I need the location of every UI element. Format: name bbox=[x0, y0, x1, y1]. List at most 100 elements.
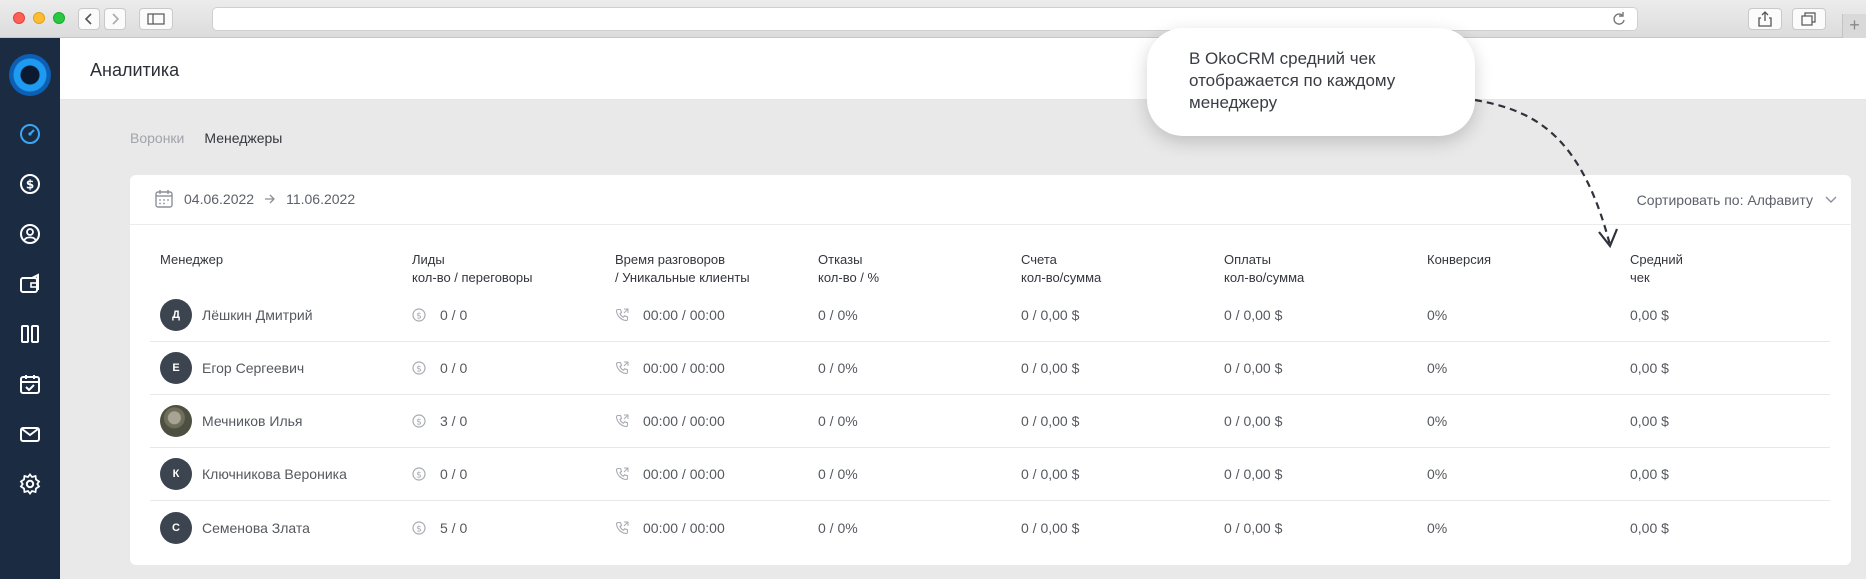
manager-name[interactable]: Семенова Злата bbox=[202, 520, 310, 536]
leads-cell: $ 0 / 0 bbox=[412, 466, 615, 482]
payments-value: 0 / 0,00 $ bbox=[1224, 360, 1283, 376]
leads-cell: $ 0 / 0 bbox=[412, 307, 615, 323]
table-row[interactable]: Е Егор Сергеевич $ 0 / 0 00:00 / 00:00 0… bbox=[150, 342, 1830, 395]
table-row[interactable]: К Ключникова Вероника $ 0 / 0 00:00 / 00… bbox=[150, 448, 1830, 501]
manager-name[interactable]: Егор Сергеевич bbox=[202, 360, 304, 376]
conversion-value: 0% bbox=[1427, 307, 1448, 323]
invoices-value: 0 / 0,00 $ bbox=[1021, 519, 1080, 536]
tab-managers[interactable]: Менеджеры bbox=[204, 130, 282, 146]
dollar-icon: $ bbox=[412, 308, 426, 322]
avg-check-value: 0,00 $ bbox=[1630, 466, 1669, 482]
date-range-picker[interactable]: 04.06.2022 11.06.2022 bbox=[154, 189, 355, 209]
managers-table: Менеджер Лиды кол-во / переговоры Время … bbox=[150, 251, 1830, 554]
sort-dropdown[interactable]: Сортировать по: Алфавиту bbox=[1637, 192, 1837, 208]
leads-cell: $ 5 / 0 bbox=[412, 520, 615, 536]
wallet-icon bbox=[20, 273, 39, 293]
arrow-right-icon bbox=[265, 194, 275, 204]
table-body: Д Лёшкин Дмитрий $ 0 / 0 00:00 / 00:00 0… bbox=[150, 289, 1830, 554]
sidebar-item-tasks[interactable] bbox=[18, 372, 42, 396]
dashboard-icon bbox=[20, 124, 40, 144]
table-row[interactable]: Мечников Илья $ 3 / 0 00:00 / 00:00 0 / … bbox=[150, 395, 1830, 448]
settings-icon bbox=[19, 473, 41, 495]
tab-funnels[interactable]: Воронки bbox=[130, 130, 184, 146]
avatar: Е bbox=[160, 352, 192, 384]
new-tab-button[interactable]: + bbox=[1842, 14, 1866, 38]
back-button[interactable] bbox=[78, 8, 100, 30]
payments-value: 0 / 0,00 $ bbox=[1224, 519, 1283, 536]
date-to: 11.06.2022 bbox=[286, 191, 356, 207]
minimize-window-button[interactable] bbox=[33, 12, 45, 24]
column-header: Время разговоров / Уникальные клиенты bbox=[615, 252, 750, 285]
leads-cell: $ 0 / 0 bbox=[412, 360, 615, 376]
calls-value: 00:00 / 00:00 bbox=[643, 466, 725, 482]
payments-value: 0 / 0,00 $ bbox=[1224, 307, 1283, 323]
table-row[interactable]: Д Лёшкин Дмитрий $ 0 / 0 00:00 / 00:00 0… bbox=[150, 289, 1830, 342]
table-header: Менеджер Лиды кол-во / переговоры Время … bbox=[150, 251, 1830, 289]
conversion-value: 0% bbox=[1427, 413, 1448, 429]
close-window-button[interactable] bbox=[13, 12, 25, 24]
column-header: Оплаты кол-во/сумма bbox=[1224, 252, 1305, 285]
phone-icon bbox=[615, 361, 629, 375]
forward-button[interactable] bbox=[104, 8, 126, 30]
payments-value: 0 / 0,00 $ bbox=[1224, 466, 1283, 482]
leads-value: 5 / 0 bbox=[440, 519, 468, 536]
sidebar-item-deals[interactable] bbox=[18, 272, 42, 296]
calendar-check-icon bbox=[20, 375, 40, 394]
calls-value: 00:00 / 00:00 bbox=[643, 413, 725, 429]
manager-cell: К Ключникова Вероника bbox=[150, 458, 412, 490]
sidebar-item-settings[interactable] bbox=[18, 472, 42, 496]
sidebar-toggle-button[interactable] bbox=[139, 8, 173, 30]
avg-check-value: 0,00 $ bbox=[1630, 307, 1669, 323]
avg-check-value: 0,00 $ bbox=[1630, 519, 1669, 536]
sidebar-item-contacts[interactable] bbox=[18, 222, 42, 246]
payments-value: 0 / 0,00 $ bbox=[1224, 413, 1283, 429]
sidebar-item-pipelines[interactable] bbox=[18, 322, 42, 346]
browser-toolbar: + bbox=[0, 0, 1866, 38]
refusals-value: 0 / 0% bbox=[818, 466, 858, 482]
kanban-icon bbox=[21, 325, 39, 343]
calls-value: 00:00 / 00:00 bbox=[643, 307, 725, 323]
manager-cell: Е Егор Сергеевич bbox=[150, 352, 412, 384]
dollar-icon: $ bbox=[412, 361, 426, 375]
dollar-icon: $ bbox=[412, 520, 426, 535]
manager-name[interactable]: Лёшкин Дмитрий bbox=[202, 307, 313, 323]
conversion-value: 0% bbox=[1427, 466, 1448, 482]
date-from: 04.06.2022 bbox=[184, 191, 255, 207]
calls-cell: 00:00 / 00:00 bbox=[615, 520, 818, 536]
column-header: Менеджер bbox=[160, 252, 224, 267]
svg-text:$: $ bbox=[416, 365, 422, 375]
svg-text:$: $ bbox=[416, 418, 422, 428]
manager-cell: С Семенова Злата bbox=[150, 511, 412, 544]
refusals-value: 0 / 0% bbox=[818, 307, 858, 323]
sidebar-item-finance[interactable]: $ bbox=[18, 172, 42, 196]
calls-value: 00:00 / 00:00 bbox=[643, 519, 725, 536]
tabs-overview-button[interactable] bbox=[1792, 8, 1826, 30]
leads-value: 0 / 0 bbox=[440, 466, 468, 482]
invoices-value: 0 / 0,00 $ bbox=[1021, 307, 1080, 323]
calls-cell: 00:00 / 00:00 bbox=[615, 466, 818, 482]
leads-value: 3 / 0 bbox=[440, 413, 468, 429]
avatar: Д bbox=[160, 299, 192, 331]
svg-text:$: $ bbox=[416, 471, 422, 481]
sidebar: $ bbox=[0, 38, 60, 579]
callout-arrow bbox=[1474, 98, 1619, 249]
manager-name[interactable]: Ключникова Вероника bbox=[202, 466, 347, 482]
reload-icon[interactable] bbox=[1611, 11, 1627, 27]
refusals-value: 0 / 0% bbox=[818, 413, 858, 429]
maximize-window-button[interactable] bbox=[53, 12, 65, 24]
avg-check-value: 0,00 $ bbox=[1630, 413, 1669, 429]
leads-value: 0 / 0 bbox=[440, 307, 468, 323]
manager-name[interactable]: Мечников Илья bbox=[202, 413, 303, 429]
app-logo[interactable] bbox=[9, 54, 51, 96]
user-icon bbox=[20, 224, 40, 244]
sidebar-item-mail[interactable] bbox=[18, 422, 42, 446]
share-button[interactable] bbox=[1748, 8, 1782, 30]
column-header: Счета кол-во/сумма bbox=[1021, 252, 1102, 285]
invoices-value: 0 / 0,00 $ bbox=[1021, 413, 1080, 429]
leads-value: 0 / 0 bbox=[440, 360, 468, 376]
table-row[interactable]: С Семенова Злата $ 5 / 0 00:00 / 00:00 0… bbox=[150, 501, 1830, 554]
manager-cell: Д Лёшкин Дмитрий bbox=[150, 299, 412, 331]
sidebar-item-analytics[interactable] bbox=[18, 122, 42, 146]
conversion-value: 0% bbox=[1427, 360, 1448, 376]
svg-text:$: $ bbox=[416, 524, 422, 534]
